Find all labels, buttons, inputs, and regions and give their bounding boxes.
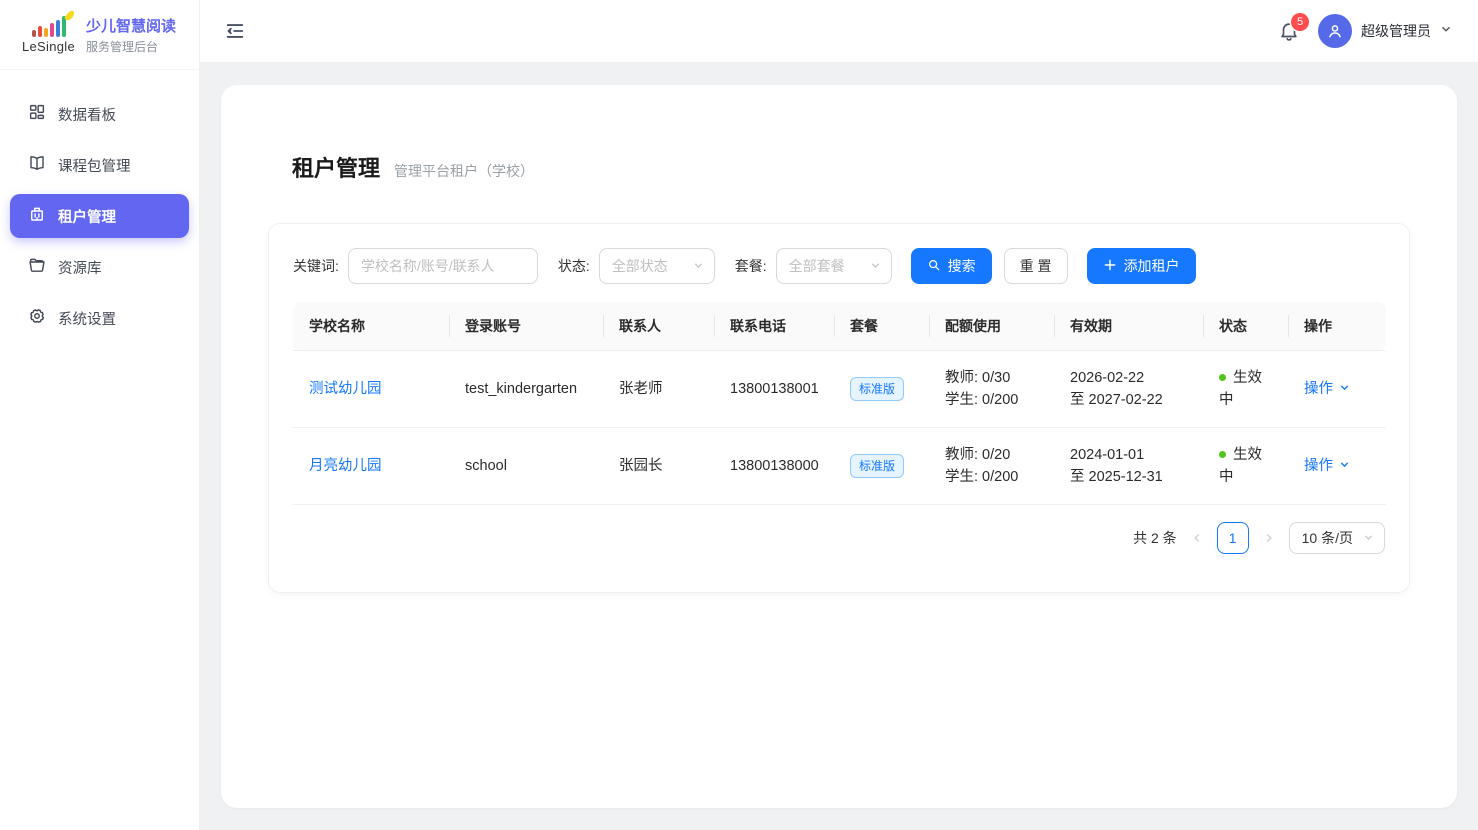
brand-logo: LeSingle 少儿智慧阅读 服务管理后台 [0, 0, 199, 70]
brand-text: 少儿智慧阅读 服务管理后台 [86, 15, 176, 55]
page-size-value: 10 条/页 [1302, 528, 1353, 548]
col-package: 套餐 [834, 302, 929, 350]
chevron-down-icon [693, 258, 704, 274]
col-validity: 有效期 [1054, 302, 1203, 350]
page-number-button[interactable]: 1 [1217, 522, 1249, 554]
table-row: 测试幼儿园 test_kindergarten 张老师 13800138001 … [293, 350, 1386, 427]
topbar: 5 超级管理员 [200, 0, 1478, 63]
notification-bell-icon[interactable]: 5 [1278, 20, 1300, 42]
account-cell: school [449, 427, 603, 504]
keyword-label: 关键词: [293, 256, 339, 276]
validity-cell: 2024-01-01 至 2025-12-31 [1054, 427, 1203, 504]
col-account: 登录账号 [449, 302, 603, 350]
prev-page-icon[interactable] [1189, 532, 1205, 544]
quota-cell: 教师: 0/30 学生: 0/200 [929, 350, 1054, 427]
main-area: 租户管理 管理平台租户（学校） 关键词: 状态: 全部状态 [200, 63, 1478, 830]
next-page-icon[interactable] [1261, 532, 1277, 544]
sidebar-item-label: 系统设置 [58, 308, 116, 329]
table-row: 月亮幼儿园 school 张园长 13800138000 标准版 教师: 0/2… [293, 427, 1386, 504]
contact-cell: 张园长 [603, 427, 714, 504]
pagination: 共 2 条 1 10 条/页 [293, 522, 1385, 554]
gear-icon [28, 307, 46, 329]
phone-cell: 13800138000 [714, 427, 834, 504]
sidebar-collapse-icon[interactable] [224, 20, 246, 42]
avatar [1318, 14, 1352, 48]
sidebar-item-course-packages[interactable]: 课程包管理 [10, 143, 189, 187]
sidebar: LeSingle 少儿智慧阅读 服务管理后台 数据看板 课程包管理 [0, 0, 200, 830]
package-select-value: 全部套餐 [789, 256, 845, 276]
sidebar-item-label: 资源库 [58, 257, 102, 278]
package-badge: 标准版 [850, 454, 904, 478]
table-header-row: 学校名称 登录账号 联系人 联系电话 套餐 配额使用 有效期 状态 操作 [293, 302, 1386, 350]
account-cell: test_kindergarten [449, 350, 603, 427]
status-select-value: 全部状态 [612, 256, 668, 276]
brand-subtitle: 服务管理后台 [86, 38, 176, 55]
reset-button[interactable]: 重 置 [1004, 248, 1068, 284]
col-phone: 联系电话 [714, 302, 834, 350]
sidebar-item-resources[interactable]: 资源库 [10, 245, 189, 289]
page-subtitle: 管理平台租户（学校） [394, 161, 534, 181]
topbar-right: 5 超级管理员 [1278, 14, 1452, 48]
status-select[interactable]: 全部状态 [599, 248, 715, 284]
book-icon [28, 154, 46, 176]
sidebar-item-label: 课程包管理 [58, 155, 131, 176]
tenant-table: 学校名称 登录账号 联系人 联系电话 套餐 配额使用 有效期 状态 操作 [293, 302, 1386, 505]
status-cell: 生效中 [1203, 427, 1288, 504]
brand-title: 少儿智慧阅读 [86, 15, 176, 36]
phone-cell: 13800138001 [714, 350, 834, 427]
status-cell: 生效中 [1203, 350, 1288, 427]
content-card: 租户管理 管理平台租户（学校） 关键词: 状态: 全部状态 [221, 85, 1457, 808]
app-root: LeSingle 少儿智慧阅读 服务管理后台 数据看板 课程包管理 [0, 0, 1478, 830]
filter-bar: 关键词: 状态: 全部状态 套餐: 全部套餐 [293, 248, 1385, 284]
username: 超级管理员 [1361, 21, 1431, 41]
plus-icon [1103, 258, 1117, 275]
chevron-down-icon [1339, 378, 1350, 400]
sidebar-item-tenants[interactable]: 租户管理 [10, 194, 189, 238]
logo-text: LeSingle [22, 39, 75, 54]
col-quota: 配额使用 [929, 302, 1054, 350]
school-name-link[interactable]: 测试幼儿园 [309, 381, 382, 397]
package-badge: 标准版 [850, 377, 904, 401]
col-status: 状态 [1203, 302, 1288, 350]
school-name-link[interactable]: 月亮幼儿园 [309, 458, 382, 474]
contact-cell: 张老师 [603, 350, 714, 427]
user-menu[interactable]: 超级管理员 [1318, 14, 1452, 48]
sidebar-item-label: 数据看板 [58, 104, 116, 125]
tenant-panel: 关键词: 状态: 全部状态 套餐: 全部套餐 [268, 223, 1410, 593]
row-actions-dropdown[interactable]: 操作 [1304, 455, 1350, 477]
search-button[interactable]: 搜索 [911, 248, 992, 284]
quota-cell: 教师: 0/20 学生: 0/200 [929, 427, 1054, 504]
validity-cell: 2026-02-22 至 2027-02-22 [1054, 350, 1203, 427]
notification-badge: 5 [1291, 13, 1309, 31]
sidebar-item-settings[interactable]: 系统设置 [10, 296, 189, 340]
page-head: 租户管理 管理平台租户（学校） [292, 151, 1410, 183]
status-dot [1219, 374, 1226, 381]
keyword-input[interactable] [348, 248, 538, 284]
chevron-down-icon [870, 258, 881, 274]
add-tenant-button[interactable]: 添加租户 [1087, 248, 1196, 284]
chevron-down-icon [1363, 530, 1374, 546]
content-column: 5 超级管理员 租户管理 管理平台租户（学校） [200, 0, 1478, 830]
status-dot [1219, 451, 1226, 458]
dashboard-icon [28, 103, 46, 125]
col-contact: 联系人 [603, 302, 714, 350]
building-icon [28, 205, 46, 227]
sidebar-menu: 数据看板 课程包管理 租户管理 资源库 [0, 70, 199, 347]
chevron-down-icon [1339, 455, 1350, 477]
chevron-down-icon [1440, 22, 1452, 40]
row-actions-dropdown[interactable]: 操作 [1304, 378, 1350, 400]
pagination-total: 共 2 条 [1133, 528, 1177, 548]
search-icon [927, 258, 941, 275]
page-title: 租户管理 [292, 151, 380, 183]
col-actions: 操作 [1288, 302, 1386, 350]
sidebar-item-label: 租户管理 [58, 206, 116, 227]
status-label: 状态: [558, 256, 590, 276]
package-select[interactable]: 全部套餐 [776, 248, 892, 284]
lesingle-logo-icon: LeSingle [22, 15, 75, 54]
page-size-select[interactable]: 10 条/页 [1289, 522, 1385, 554]
package-label: 套餐: [735, 256, 767, 276]
col-school: 学校名称 [293, 302, 449, 350]
folder-icon [28, 256, 46, 278]
sidebar-item-dashboard[interactable]: 数据看板 [10, 92, 189, 136]
